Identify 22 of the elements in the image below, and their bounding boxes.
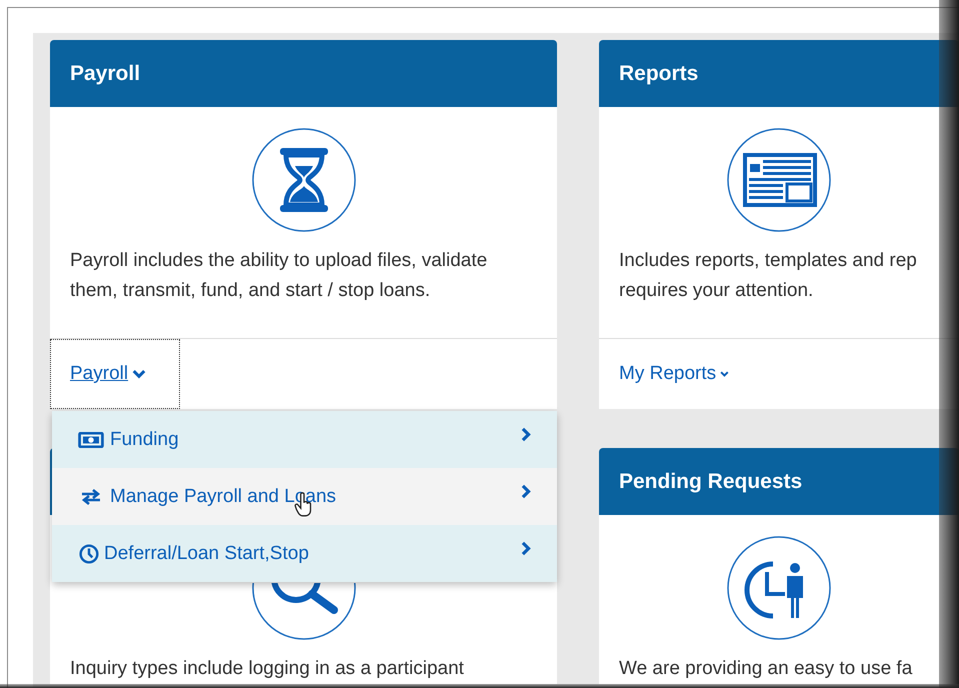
chevron-right-icon [521,427,531,442]
card-title: Reports [619,62,698,86]
card-description: We are providing an easy to use fa [619,657,914,681]
chevron-down-icon [132,369,146,379]
hourglass-icon [252,128,356,232]
card-title: Payroll [70,62,140,86]
dropdown-link[interactable]: My Reports [599,339,729,409]
menu-item[interactable]: Deferral/Loan Start,Stop [52,525,557,582]
banknote-icon [78,432,104,448]
menu-item[interactable]: Funding [52,411,557,468]
card-description: Includes reports, templates and rep requires your attention. [619,249,918,303]
clock-icon [79,544,99,564]
chevron-right-icon [521,484,531,499]
chevron-right-icon [521,541,531,556]
card-description: Payroll includes the ability to upload files, validate them, transmit, fund, and start / stop loans. [70,249,488,303]
dropdown-link[interactable]: Payroll [50,339,180,409]
magnifier-icon [252,583,356,640]
card-description: Inquiry types include logging in as a participant [70,657,465,681]
card-title: Pending Requests [619,470,802,494]
clock-person-icon [727,536,831,640]
chevron-down-icon [720,369,729,379]
report-icon [727,128,831,232]
